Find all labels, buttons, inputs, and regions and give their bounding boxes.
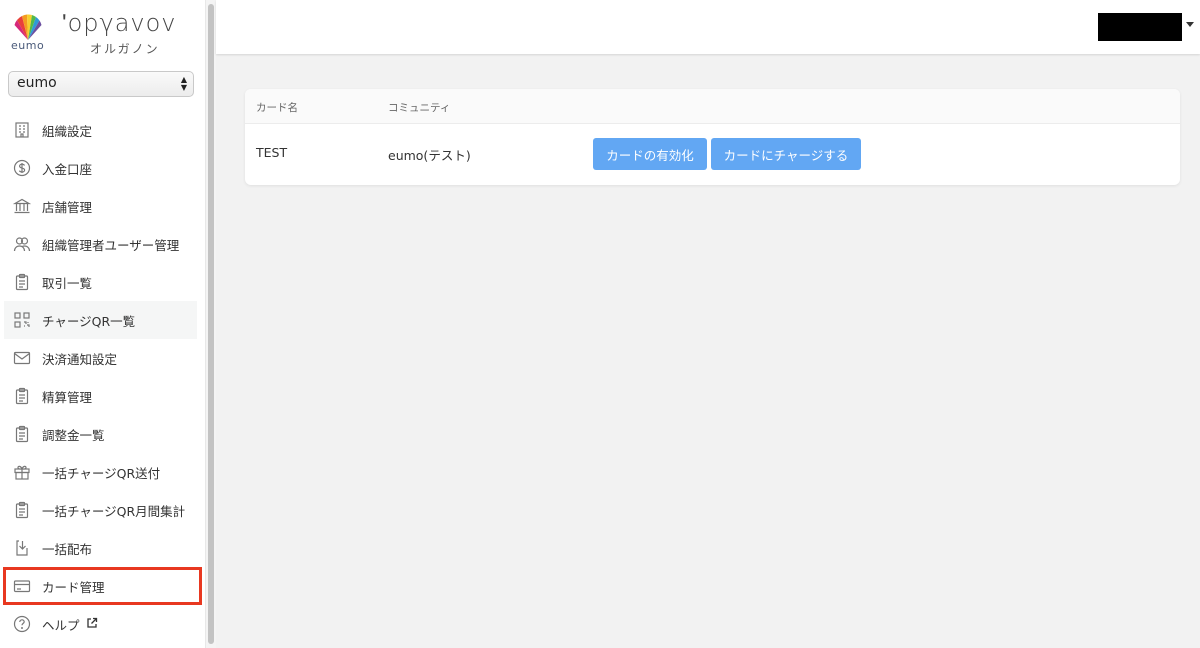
sidebar-item-deposit-account[interactable]: 入金口座 — [0, 149, 205, 187]
community-cell: eumo(テスト) — [388, 148, 471, 163]
app-subtitle: オルガノン — [90, 42, 160, 56]
sidebar-item-label: 店舗管理 — [42, 199, 93, 215]
clipboard-icon — [12, 424, 32, 444]
building-icon — [12, 120, 32, 140]
sidebar-item-label: 一括チャージQR送付 — [42, 465, 161, 481]
sidebar-item-label: 調整金一覧 — [42, 427, 105, 443]
download-icon — [12, 538, 32, 558]
sidebar-item-organization-settings[interactable]: 組織設定 — [0, 111, 205, 149]
charge-card-button[interactable]: カードにチャージする — [711, 138, 861, 170]
sidebar-item-card-management[interactable]: カード管理 — [3, 567, 202, 605]
sidebar-item-store-management[interactable]: 店舗管理 — [0, 187, 205, 225]
clipboard-icon — [12, 500, 32, 520]
sidebar-item-label: ヘルプ — [42, 617, 80, 633]
clipboard-icon — [12, 386, 32, 406]
users-icon — [12, 234, 32, 254]
sidebar-item-settlement[interactable]: 精算管理 — [0, 377, 205, 415]
qr-code-icon — [12, 310, 32, 330]
table-header: カード名 コミュニティ — [245, 89, 1180, 124]
sidebar-item-bulk-charge-qr-send[interactable]: 一括チャージQR送付 — [0, 453, 205, 491]
card-name-cell: TEST — [256, 145, 288, 160]
sidebar-item-transactions[interactable]: 取引一覧 — [0, 263, 205, 301]
organization-select[interactable]: eumo ▲ ▼ — [8, 71, 194, 97]
scrollbar-thumb[interactable] — [208, 4, 214, 644]
sidebar-item-label: 組織管理者ユーザー管理 — [42, 237, 180, 253]
sidebar-item-bulk-distribution[interactable]: 一括配布 — [0, 529, 205, 567]
column-header-card-name: カード名 — [256, 102, 298, 114]
organization-select-value: eumo — [17, 75, 57, 91]
user-menu-redacted[interactable] — [1098, 13, 1182, 41]
sidebar-item-label: 一括配布 — [42, 541, 93, 557]
sidebar-item-adjustments[interactable]: 調整金一覧 — [0, 415, 205, 453]
sidebar: eumo ʹopγavov オルガノン eumo ▲ ▼ 組織設定 入金口座 店舗… — [0, 0, 205, 648]
sidebar-item-label: カード管理 — [42, 579, 105, 595]
bank-icon — [12, 196, 32, 216]
table-row: TEST eumo(テスト) カードの有効化 カードにチャージする — [245, 124, 1180, 184]
sidebar-item-label: 入金口座 — [42, 161, 93, 177]
cards-table: カード名 コミュニティ TEST eumo(テスト) カードの有効化 カードにチ… — [245, 89, 1180, 185]
sidebar-item-label: 精算管理 — [42, 389, 93, 405]
external-link-icon — [86, 617, 98, 632]
sidebar-item-bulk-charge-qr-monthly[interactable]: 一括チャージQR月間集計 — [0, 491, 205, 529]
select-arrows-icon: ▲ ▼ — [180, 75, 187, 92]
sidebar-item-label: 決済通知設定 — [42, 351, 118, 367]
sidebar-item-label: 一括チャージQR月間集計 — [42, 503, 186, 519]
sidebar-item-payment-notification[interactable]: 決済通知設定 — [0, 339, 205, 377]
brand-eumo-text: eumo — [11, 39, 45, 52]
sidebar-item-label: 取引一覧 — [42, 275, 93, 291]
mail-icon — [12, 348, 32, 368]
app-logo-text: ʹopγavov — [62, 9, 177, 37]
sidebar-nav: 組織設定 入金口座 店舗管理 組織管理者ユーザー管理 取引一覧 チャージQR一覧… — [0, 111, 205, 643]
caret-down-icon[interactable] — [1186, 22, 1194, 27]
gift-icon — [12, 462, 32, 482]
dollar-circle-icon — [12, 158, 32, 178]
sidebar-item-label: チャージQR一覧 — [42, 313, 136, 329]
clipboard-icon — [12, 272, 32, 292]
sidebar-item-help[interactable]: ヘルプ — [0, 605, 205, 643]
top-header — [216, 0, 1200, 54]
sidebar-scrollbar[interactable] — [205, 0, 216, 648]
sidebar-item-label: 組織設定 — [42, 123, 93, 139]
help-circle-icon — [12, 614, 32, 634]
sidebar-item-org-admin-users[interactable]: 組織管理者ユーザー管理 — [0, 225, 205, 263]
credit-card-icon — [12, 576, 32, 596]
activate-card-button[interactable]: カードの有効化 — [593, 138, 707, 170]
column-header-community: コミュニティ — [388, 102, 451, 114]
sidebar-item-charge-qr-list[interactable]: チャージQR一覧 — [4, 301, 197, 339]
brand: eumo ʹopγavov オルガノン — [0, 0, 205, 66]
